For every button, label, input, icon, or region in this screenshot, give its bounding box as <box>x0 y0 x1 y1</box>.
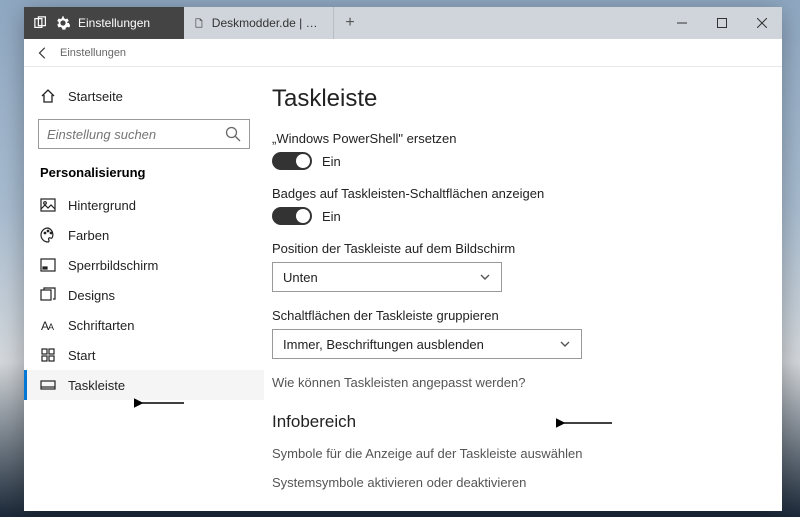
combo-value: Unten <box>283 270 318 285</box>
breadcrumb: Einstellungen <box>60 47 126 59</box>
sidebar-item-label: Sperrbildschirm <box>68 258 158 273</box>
close-button[interactable] <box>742 7 782 39</box>
setting-label-group: Schaltflächen der Taskleiste gruppieren <box>272 308 754 323</box>
sidebar-label: Startseite <box>68 89 123 104</box>
sidebar-item-fonts[interactable]: AA Schriftarten <box>24 310 264 340</box>
svg-text:A: A <box>48 322 54 332</box>
sidebar-item-colors[interactable]: Farben <box>24 220 264 250</box>
maximize-button[interactable] <box>702 7 742 39</box>
help-link[interactable]: Wie können Taskleisten angepasst werden? <box>272 375 754 390</box>
sidebar-item-label: Start <box>68 348 95 363</box>
sidebar-item-label: Schriftarten <box>68 318 134 333</box>
combo-value: Immer, Beschriftungen ausblenden <box>283 337 484 352</box>
toggle-powershell[interactable] <box>272 152 312 170</box>
tab-title: Einstellungen <box>78 16 150 30</box>
main-content: Taskleiste „Windows PowerShell" ersetzen… <box>264 67 782 511</box>
setting-label-position: Position der Taskleiste auf dem Bildschi… <box>272 241 754 256</box>
sidebar-item-label: Hintergrund <box>68 198 136 213</box>
picture-icon <box>40 197 56 213</box>
tab-settings[interactable]: Einstellungen <box>24 7 184 39</box>
tab-deskmodder[interactable]: Deskmodder.de | News, Tipps <box>184 7 334 39</box>
lockscreen-icon <box>40 257 56 273</box>
sidebar-item-label: Farben <box>68 228 109 243</box>
sidebar-item-label: Taskleiste <box>68 378 125 393</box>
sidebar-item-taskbar[interactable]: Taskleiste <box>24 370 264 400</box>
toggle-state: Ein <box>322 209 341 224</box>
themes-icon <box>40 287 56 303</box>
sidebar-item-start[interactable]: Start <box>24 340 264 370</box>
back-button[interactable] <box>30 41 56 65</box>
sidebar-item-background[interactable]: Hintergrund <box>24 190 264 220</box>
link-select-icons[interactable]: Symbole für die Anzeige auf der Taskleis… <box>272 446 754 461</box>
new-tab-button[interactable]: + <box>334 7 366 39</box>
sidebar-item-label: Designs <box>68 288 115 303</box>
minimize-button[interactable] <box>662 7 702 39</box>
taskbar-icon <box>40 377 56 393</box>
link-system-icons[interactable]: Systemsymbole aktivieren oder deaktivier… <box>272 475 754 490</box>
page-title: Taskleiste <box>272 85 754 113</box>
search-input[interactable] <box>47 127 225 142</box>
sidebar-section: Personalisierung <box>24 163 264 190</box>
tab-bar: Einstellungen Deskmodder.de | News, Tipp… <box>24 7 782 39</box>
sidebar-item-themes[interactable]: Designs <box>24 280 264 310</box>
sidebar: Startseite Personalisierung Hintergrund … <box>24 67 264 511</box>
toggle-badges[interactable] <box>272 207 312 225</box>
setting-label-powershell: „Windows PowerShell" ersetzen <box>272 131 754 146</box>
combo-group[interactable]: Immer, Beschriftungen ausblenden <box>272 329 582 359</box>
body: Startseite Personalisierung Hintergrund … <box>24 67 782 511</box>
combo-position[interactable]: Unten <box>272 262 502 292</box>
settings-window: Einstellungen Deskmodder.de | News, Tipp… <box>24 7 782 511</box>
toggle-state: Ein <box>322 154 341 169</box>
tab-title: Deskmodder.de | News, Tipps <box>212 16 323 30</box>
chevron-down-icon <box>479 271 491 283</box>
setting-label-badges: Badges auf Taskleisten-Schaltflächen anz… <box>272 186 754 201</box>
palette-icon <box>40 227 56 243</box>
section-infobereich: Infobereich <box>272 412 754 432</box>
sidebar-item-lockscreen[interactable]: Sperrbildschirm <box>24 250 264 280</box>
home-icon <box>40 88 56 104</box>
search-box[interactable] <box>38 119 250 149</box>
gear-icon <box>56 16 70 30</box>
chevron-down-icon <box>559 338 571 350</box>
nav-bar: Einstellungen <box>24 39 782 67</box>
page-icon <box>194 16 204 30</box>
sidebar-home[interactable]: Startseite <box>24 81 264 111</box>
window-controls <box>662 7 782 39</box>
fonts-icon: AA <box>40 317 56 333</box>
search-icon <box>225 126 241 142</box>
start-icon <box>40 347 56 363</box>
tabs-icon <box>34 16 48 30</box>
